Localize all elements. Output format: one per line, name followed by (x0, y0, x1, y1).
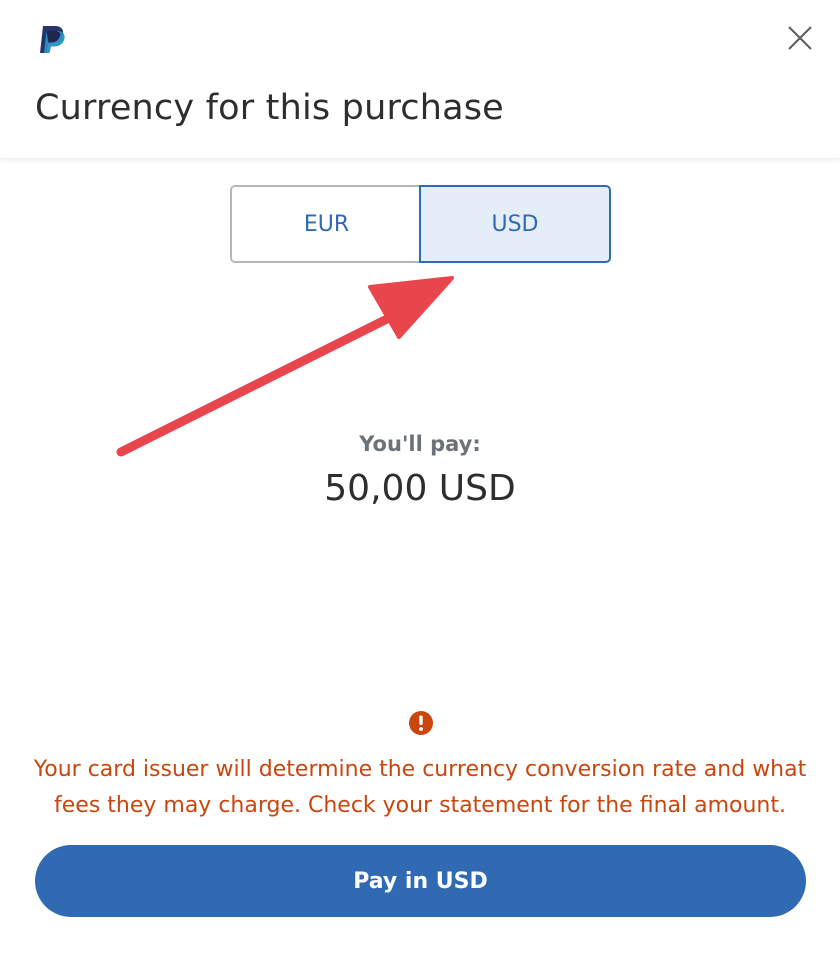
conversion-notice: Your card issuer will determine the curr… (33, 757, 807, 818)
pay-amount: 50,00 USD (324, 468, 516, 509)
exclamation-circle-icon (409, 711, 433, 735)
you-will-pay-label: You'll pay: (359, 432, 481, 456)
pay-button[interactable]: Pay in USD (35, 845, 806, 917)
